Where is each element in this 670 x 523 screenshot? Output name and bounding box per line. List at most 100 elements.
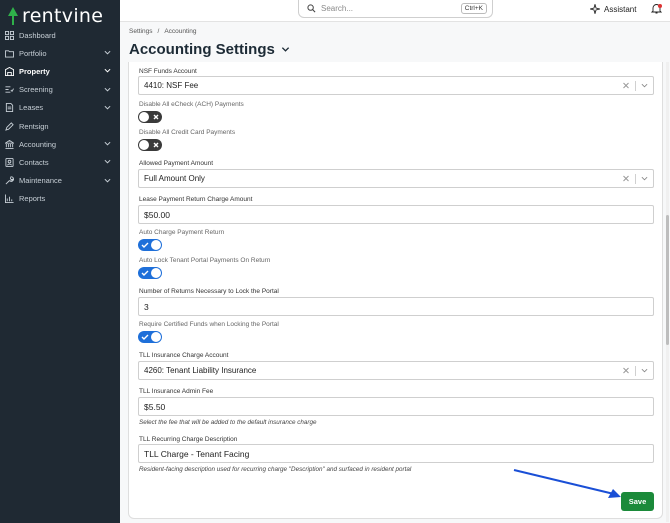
tll-admin-fee-value: $5.50 (144, 401, 166, 412)
breadcrumb-separator: / (157, 28, 160, 35)
save-button[interactable]: Save (621, 492, 654, 511)
check-icon (141, 242, 149, 248)
tll-description-input[interactable]: TLL Charge - Tenant Facing (138, 444, 654, 463)
breadcrumb: Settings / Accounting (129, 28, 196, 35)
nsf-account-select[interactable]: 4410: NSF Fee (138, 76, 654, 95)
page-title-text: Accounting Settings (129, 41, 275, 58)
sidebar-item-label: Reports (19, 194, 46, 204)
sidebar-item-maintenance[interactable]: Maintenance (0, 172, 120, 190)
breadcrumb-accounting[interactable]: Accounting (164, 28, 196, 35)
wrench-icon (5, 176, 14, 185)
list-check-icon (5, 85, 14, 94)
sidebar-item-portfolio[interactable]: Portfolio (0, 44, 120, 62)
topbar: Search... Ctrl+K Assistant (120, 0, 670, 22)
disable-ach-toggle[interactable] (138, 111, 162, 123)
chevron-down-icon (104, 51, 111, 55)
returns-to-lock-value: 3 (144, 301, 149, 312)
sidebar-item-label: Contacts (19, 157, 49, 167)
tll-admin-fee-label: TLL Insurance Admin Fee (139, 388, 214, 395)
check-icon (141, 270, 149, 276)
nsf-account-label: NSF Funds Account (139, 68, 197, 75)
folder-icon (5, 49, 14, 58)
chevron-down-icon (104, 105, 111, 110)
brand-name: rentvine (22, 5, 104, 27)
check-icon (141, 334, 149, 340)
returns-to-lock-label: Number of Returns Necessary to Lock the … (139, 288, 279, 295)
returns-to-lock-input[interactable]: 3 (138, 297, 654, 316)
toggle-knob (151, 332, 161, 342)
search-icon (307, 4, 316, 13)
tll-account-select[interactable]: 4260: Tenant Liability Insurance (138, 361, 654, 380)
notification-dot (658, 4, 662, 8)
allowed-payment-value: Full Amount Only (144, 174, 205, 183)
sidebar-item-label: Screening (19, 85, 53, 95)
sidebar-item-contacts[interactable]: Contacts (0, 153, 120, 171)
pen-icon (5, 121, 14, 131)
require-certified-label: Require Certified Funds when Locking the… (139, 321, 279, 328)
assistant-button[interactable]: Assistant (590, 4, 636, 14)
sidebar-item-label: Accounting (19, 139, 57, 149)
return-charge-label: Lease Payment Return Charge Amount (139, 196, 253, 203)
tll-description-help: Resident-facing description used for rec… (139, 466, 412, 473)
tll-admin-fee-help: Select the fee that will be added to the… (139, 419, 317, 426)
tll-description-value: TLL Charge - Tenant Facing (144, 448, 250, 459)
search-input[interactable]: Search... Ctrl+K (298, 0, 493, 18)
document-icon (5, 103, 14, 113)
sidebar: rentvine Dashboard Portfolio Property Sc… (0, 0, 120, 523)
grid-icon (5, 30, 14, 40)
auto-charge-toggle[interactable] (138, 239, 162, 251)
brand-logo[interactable]: rentvine (8, 4, 120, 28)
sidebar-item-reports[interactable]: Reports (0, 190, 120, 208)
clear-icon[interactable] (622, 366, 630, 375)
annotation-arrow-icon (513, 469, 621, 498)
disable-cc-toggle[interactable] (138, 139, 162, 151)
toggle-knob (151, 240, 161, 250)
building-icon (5, 66, 14, 76)
scrollbar-thumb[interactable] (666, 215, 669, 345)
clear-icon[interactable] (622, 174, 630, 183)
sidebar-item-screening[interactable]: Screening (0, 81, 120, 99)
allowed-payment-label: Allowed Payment Amount (139, 160, 214, 167)
return-charge-value: $50.00 (144, 209, 170, 220)
disable-cc-label: Disable All Credit Card Payments (139, 129, 236, 136)
select-divider (635, 366, 636, 376)
sidebar-item-leases[interactable]: Leases (0, 99, 120, 117)
chevron-down-icon[interactable] (641, 82, 648, 89)
select-divider (635, 81, 636, 91)
chevron-down-icon (281, 47, 289, 52)
sidebar-nav: Dashboard Portfolio Property Screening L… (0, 26, 120, 208)
toggle-knob (139, 140, 149, 150)
auto-lock-toggle[interactable] (138, 267, 162, 279)
leaf-logo-icon (8, 7, 18, 25)
clear-icon[interactable] (622, 81, 630, 90)
allowed-payment-select[interactable]: Full Amount Only (138, 169, 654, 188)
return-charge-input[interactable]: $50.00 (138, 205, 654, 224)
nsf-account-value: 4410: NSF Fee (144, 81, 199, 90)
tll-account-label: TLL Insurance Charge Account (139, 352, 229, 359)
sparkle-icon (590, 4, 600, 14)
require-certified-toggle[interactable] (138, 331, 162, 343)
sidebar-item-property[interactable]: Property (0, 62, 120, 80)
bank-icon (5, 139, 14, 149)
sidebar-item-label: Maintenance (19, 176, 62, 186)
select-divider (635, 174, 636, 184)
toggle-knob (139, 112, 149, 122)
tll-account-value: 4260: Tenant Liability Insurance (144, 366, 257, 375)
sidebar-item-label: Rentsign (19, 121, 49, 131)
sidebar-item-rentsign[interactable]: Rentsign (0, 117, 120, 135)
sidebar-item-label: Portfolio (19, 48, 47, 58)
tll-description-label: TLL Recurring Charge Description (139, 436, 238, 443)
page-title[interactable]: Accounting Settings (129, 41, 290, 58)
search-placeholder: Search... (321, 4, 354, 13)
assistant-label: Assistant (604, 4, 637, 14)
x-icon (153, 114, 159, 120)
sidebar-item-dashboard[interactable]: Dashboard (0, 26, 120, 44)
breadcrumb-settings[interactable]: Settings (129, 28, 153, 35)
chevron-down-icon (104, 87, 111, 92)
chevron-down-icon (104, 160, 111, 164)
chevron-down-icon[interactable] (641, 175, 648, 182)
sidebar-item-accounting[interactable]: Accounting (0, 135, 120, 153)
tll-admin-fee-input[interactable]: $5.50 (138, 397, 654, 416)
chevron-down-icon[interactable] (641, 367, 648, 374)
sidebar-item-label: Dashboard (19, 30, 56, 40)
